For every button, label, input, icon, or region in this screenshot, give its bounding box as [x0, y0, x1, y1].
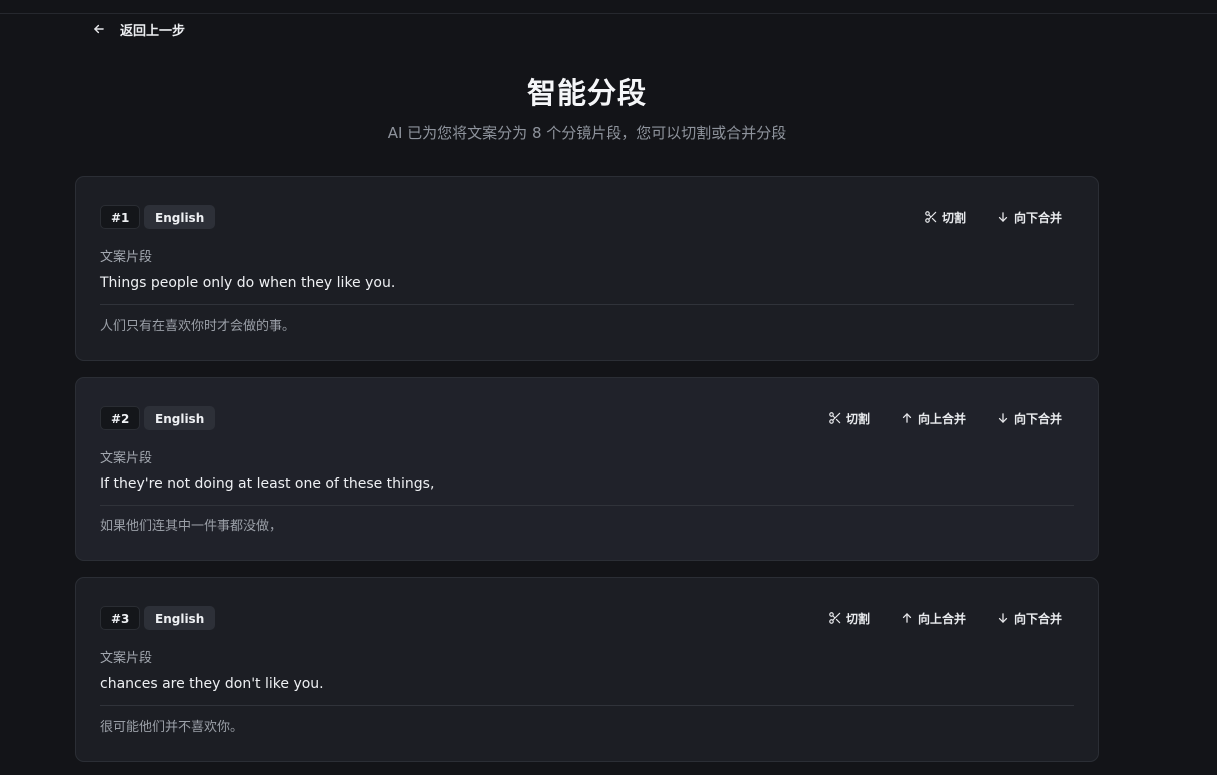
scissors-icon: [829, 412, 841, 424]
language-badge: English: [144, 406, 216, 430]
language-badge: English: [144, 606, 216, 630]
segment-label: 文案片段: [100, 250, 153, 265]
merge-up-label: 向上合并: [917, 611, 966, 626]
segment-number-badge: #1: [100, 205, 141, 229]
cut-label: 切割: [941, 210, 966, 225]
segment-translation: 如果他们连其中一件事都没做，: [100, 519, 283, 534]
segment-number-badge: #3: [100, 606, 141, 630]
merge-down-label: 向下合并: [1013, 611, 1062, 626]
back-button[interactable]: 返回上一步: [92, 19, 185, 39]
segment-translation: 人们只有在喜欢你时才会做的事。: [100, 319, 296, 334]
merge-down-button[interactable]: 向下合并: [984, 608, 1074, 628]
merge-down-label: 向下合并: [1013, 411, 1062, 426]
scissors-icon: [829, 612, 841, 624]
segment-text[interactable]: chances are they don't like you.: [100, 676, 324, 692]
merge-up-button[interactable]: 向上合并: [888, 608, 978, 628]
segment-divider: [100, 304, 1074, 305]
cut-label: 切割: [845, 411, 870, 426]
arrow-down-icon: [998, 212, 1008, 222]
cut-label: 切割: [845, 611, 870, 626]
segment-actions: 切割 向上合并 向下合并: [816, 408, 1074, 428]
cut-button[interactable]: 切割: [912, 207, 978, 227]
top-divider: [0, 13, 1217, 14]
segment-divider: [100, 705, 1074, 706]
segment-card: #2 English 切割 向上合并 向下合并 文案片段 If they're …: [75, 377, 1099, 561]
merge-down-button[interactable]: 向下合并: [984, 207, 1074, 227]
segment-actions: 切割 向下合并: [912, 207, 1074, 227]
language-badge: English: [144, 205, 216, 229]
merge-down-label: 向下合并: [1013, 210, 1062, 225]
segment-card: #3 English 切割 向上合并 向下合并 文案片段 chances are…: [75, 577, 1099, 762]
arrow-left-icon: [94, 24, 104, 34]
segment-label: 文案片段: [100, 451, 153, 466]
back-label: 返回上一步: [120, 23, 186, 39]
arrow-up-icon: [902, 613, 912, 623]
cut-button[interactable]: 切割: [816, 408, 882, 428]
page-subtitle: AI 已为您将文案分为 8 个分镜片段，您可以切割或合并分段: [387, 124, 787, 142]
segment-divider: [100, 505, 1074, 506]
segment-card: #1 English 切割 向下合并 文案片段 Things people on…: [75, 176, 1099, 361]
segment-label: 文案片段: [100, 651, 153, 666]
segment-translation: 很可能他们并不喜欢你。: [100, 720, 244, 735]
segment-actions: 切割 向上合并 向下合并: [816, 608, 1074, 628]
arrow-down-icon: [998, 413, 1008, 423]
merge-down-button[interactable]: 向下合并: [984, 408, 1074, 428]
cut-button[interactable]: 切割: [816, 608, 882, 628]
segment-text[interactable]: Things people only do when they like you…: [100, 275, 395, 291]
segment-number-badge: #2: [100, 406, 141, 430]
scissors-icon: [925, 211, 937, 223]
segment-text[interactable]: If they're not doing at least one of the…: [100, 476, 434, 492]
arrow-up-icon: [902, 413, 912, 423]
arrow-down-icon: [998, 613, 1008, 623]
page-title: 智能分段: [526, 76, 647, 110]
merge-up-label: 向上合并: [917, 411, 966, 426]
merge-up-button[interactable]: 向上合并: [888, 408, 978, 428]
